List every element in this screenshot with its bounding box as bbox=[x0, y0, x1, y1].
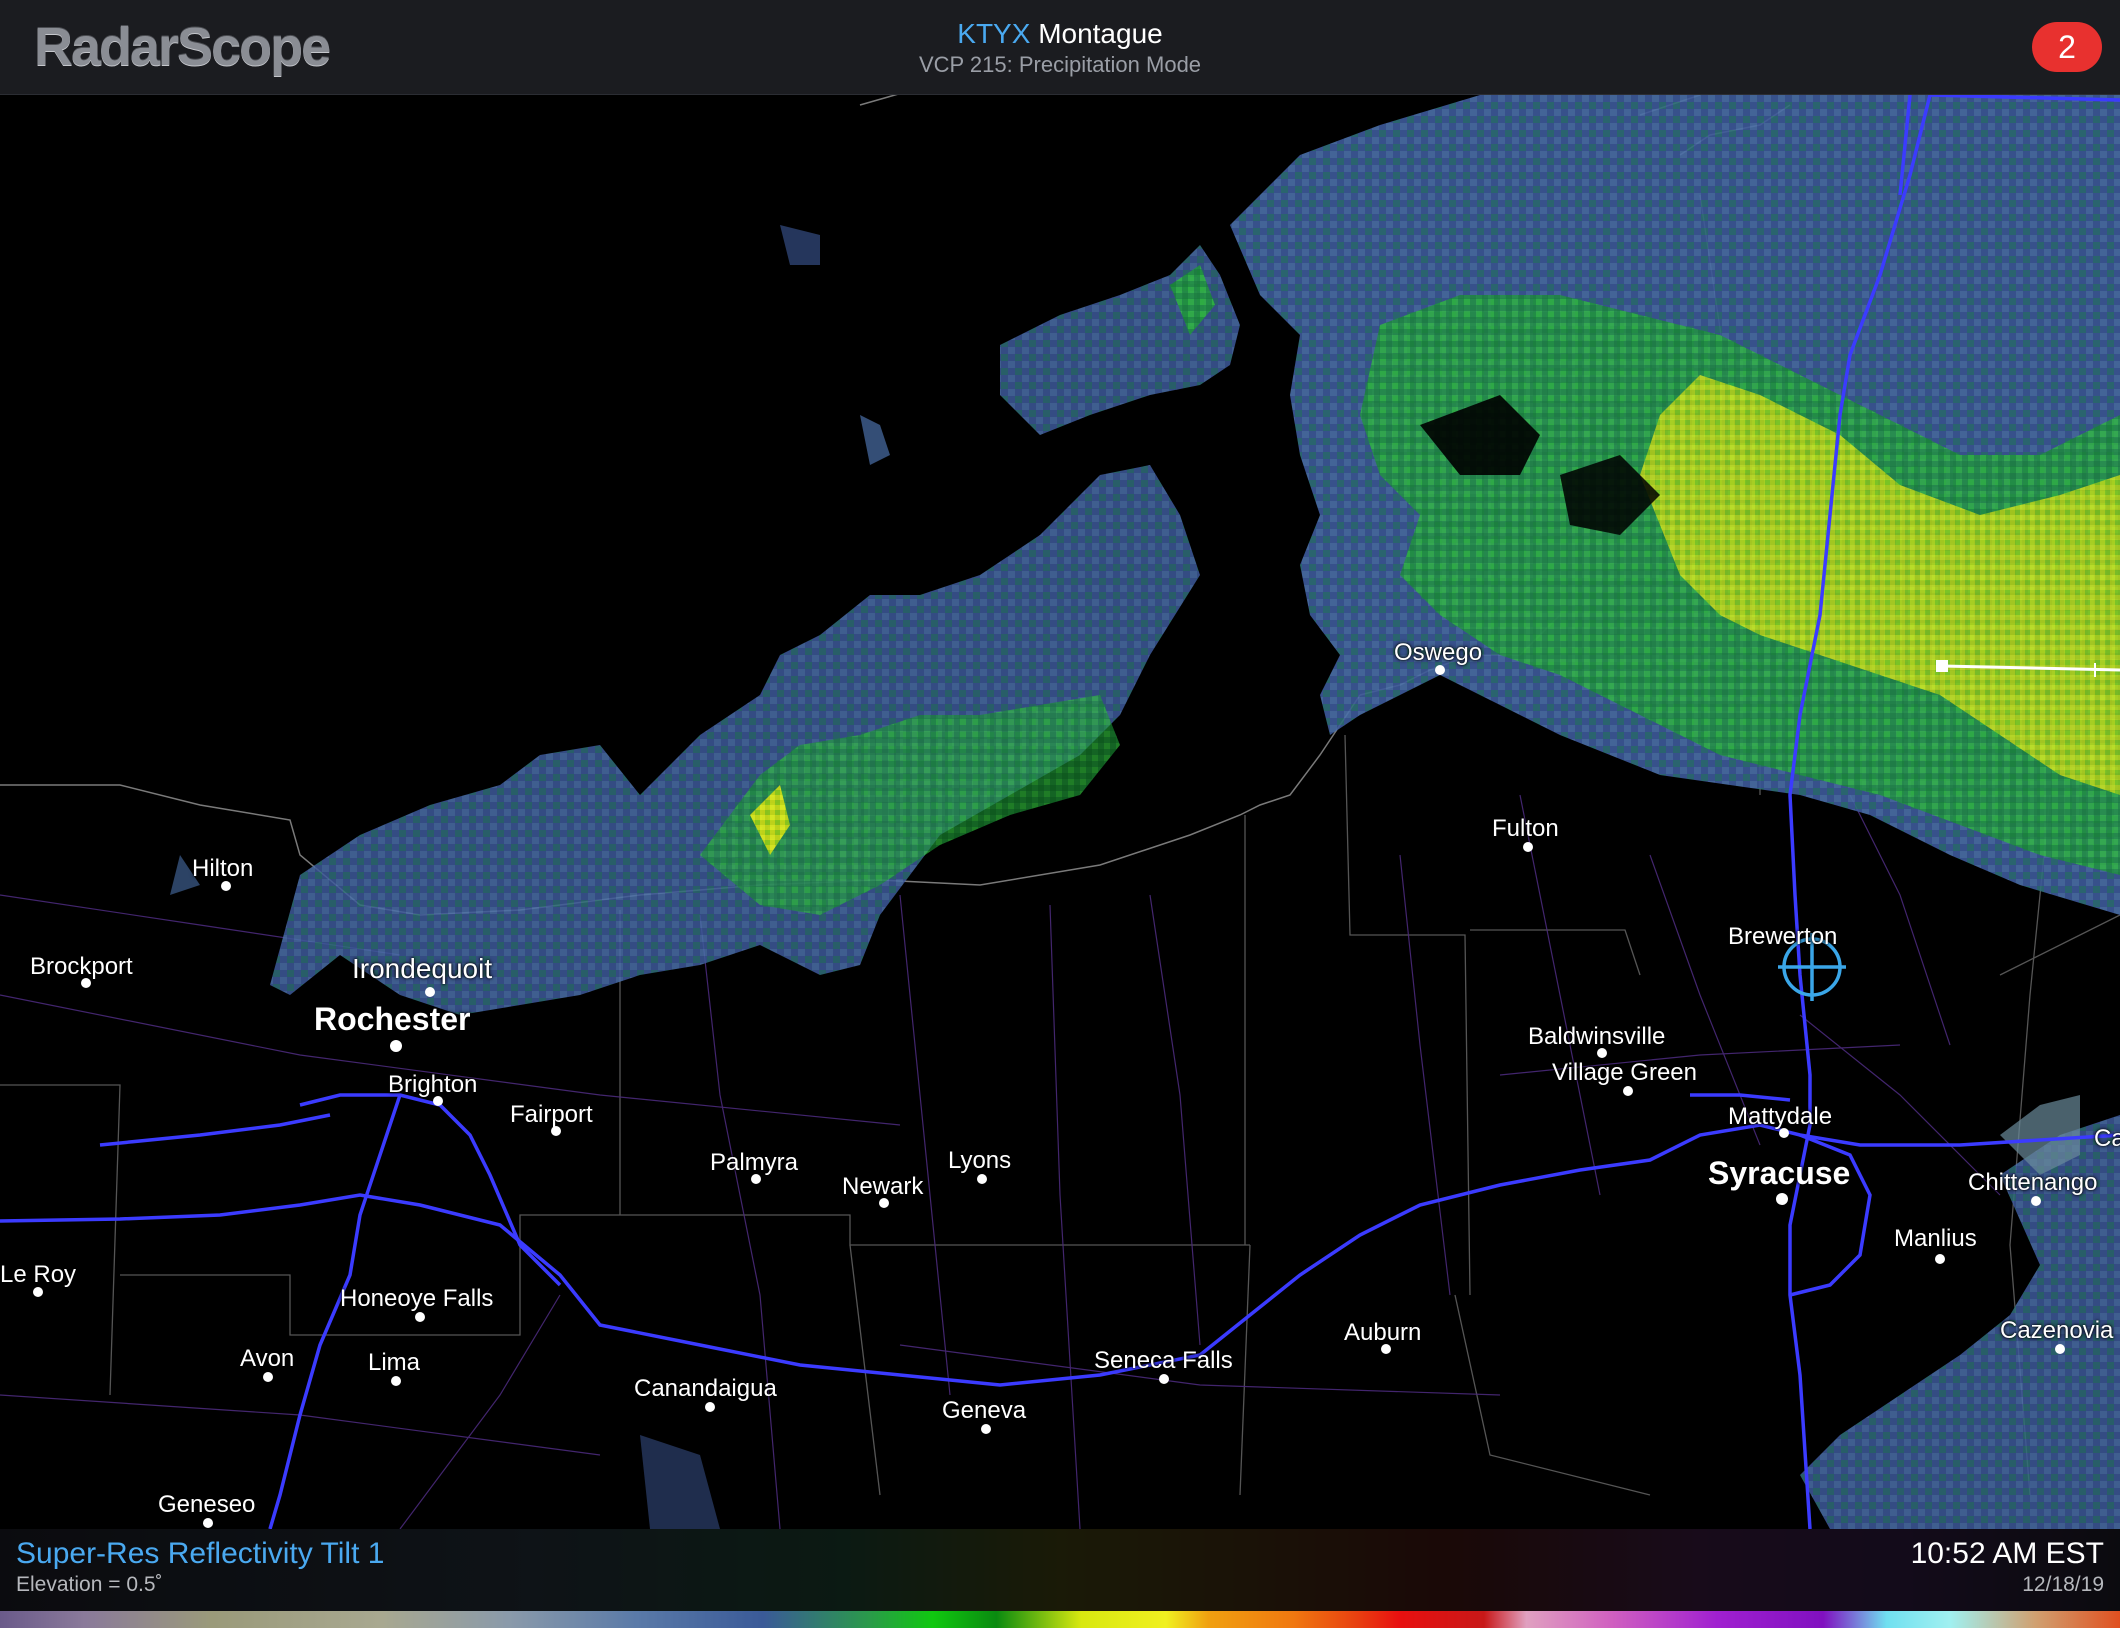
reflectivity-color-scale bbox=[0, 1611, 2120, 1628]
city-mattydale: Mattydale bbox=[1728, 1103, 1833, 1130]
city-brighton: Brighton bbox=[388, 1071, 478, 1098]
city-auburn: Auburn bbox=[1344, 1319, 1422, 1346]
radar-product-name[interactable]: Super-Res Reflectivity Tilt 1 bbox=[16, 1537, 384, 1571]
city-geneseo: Geneseo bbox=[158, 1491, 256, 1518]
precip-mass-east bbox=[1230, 95, 2120, 915]
city-ca-partial: Ca bbox=[2094, 1125, 2120, 1152]
city-geneva: Geneva bbox=[942, 1397, 1027, 1424]
city-seneca-falls: Seneca Falls bbox=[1094, 1347, 1233, 1374]
city-baldwinsville: Baldwinsville bbox=[1528, 1023, 1666, 1050]
station-id: KTYX bbox=[957, 18, 1031, 49]
radar-map[interactable]: Oswego Fulton Hilton Brockport Irondequo… bbox=[0, 95, 2120, 1529]
radar-map-canvas bbox=[0, 95, 2120, 1529]
top-bar: RadarScope KTYX Montague VCP 215: Precip… bbox=[0, 0, 2120, 95]
city-fairport: Fairport bbox=[510, 1101, 593, 1128]
alert-count-badge[interactable]: 2 bbox=[2032, 22, 2102, 72]
city-lima: Lima bbox=[368, 1349, 421, 1376]
precip-southeast bbox=[640, 1095, 2120, 1529]
city-syracuse: Syracuse bbox=[1708, 1155, 1851, 1191]
city-oswego: Oswego bbox=[1394, 639, 1483, 666]
city-palmyra: Palmyra bbox=[710, 1149, 799, 1176]
city-village-green: Village Green bbox=[1552, 1059, 1697, 1086]
city-newark: Newark bbox=[842, 1173, 924, 1200]
vcp-mode: VCP 215: Precipitation Mode bbox=[918, 52, 1202, 77]
city-lyons: Lyons bbox=[948, 1147, 1012, 1174]
station-name: Montague bbox=[1038, 18, 1163, 49]
city-brewerton: Brewerton bbox=[1728, 923, 1838, 950]
city-honeoye-falls: Honeoye Falls bbox=[340, 1285, 494, 1312]
precip-cells-north bbox=[780, 225, 1240, 465]
city-cazenovia: Cazenovia bbox=[2000, 1317, 2114, 1344]
scan-date: 12/18/19 bbox=[2022, 1573, 2104, 1596]
scan-time: 10:52 AM EST bbox=[1910, 1537, 2104, 1570]
city-fulton: Fulton bbox=[1492, 815, 1559, 842]
city-canandaigua: Canandaigua bbox=[634, 1375, 777, 1402]
city-chittenango: Chittenango bbox=[1968, 1169, 2098, 1196]
city-irondequoit: Irondequoit bbox=[352, 953, 493, 984]
city-brockport: Brockport bbox=[30, 953, 133, 980]
radar-station-title[interactable]: KTYX Montague bbox=[0, 18, 2120, 50]
city-rochester: Rochester bbox=[314, 1001, 471, 1037]
city-avon: Avon bbox=[240, 1345, 295, 1372]
city-manlius: Manlius bbox=[1894, 1225, 1977, 1252]
city-le-roy: Le Roy bbox=[0, 1261, 77, 1288]
city-hilton: Hilton bbox=[192, 855, 254, 882]
bottom-status-bar: Super-Res Reflectivity Tilt 1 Elevation … bbox=[0, 1529, 2120, 1628]
precip-band-west bbox=[170, 465, 1200, 1015]
elevation-label: Elevation = 0.5˚ bbox=[16, 1573, 163, 1596]
